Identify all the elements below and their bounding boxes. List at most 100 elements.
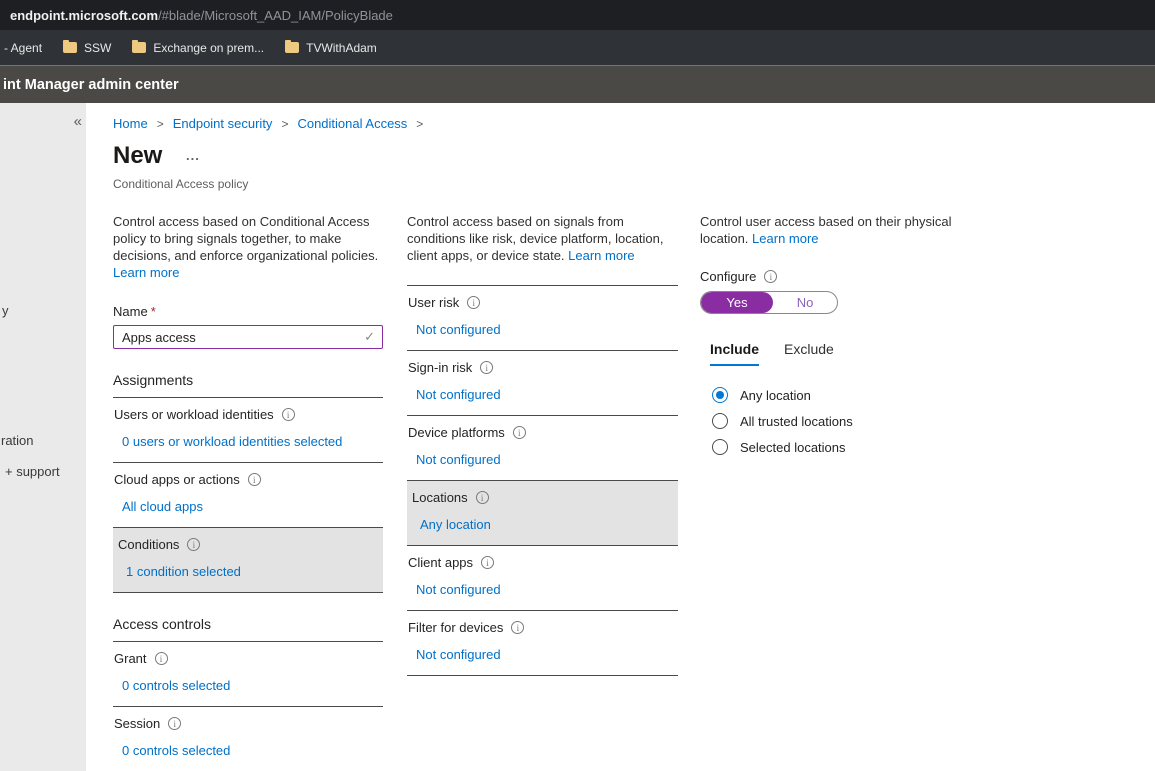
bookmark-label: Exchange on prem...: [153, 41, 264, 55]
valid-checkmark-icon: ✓: [364, 329, 375, 345]
overflow-menu-icon[interactable]: ...: [186, 148, 200, 163]
policy-column: Control access based on Conditional Acce…: [113, 213, 383, 771]
bookmark-label: TVWithAdam: [306, 41, 377, 55]
toggle-no-option[interactable]: No: [773, 292, 837, 313]
folder-icon: [285, 42, 299, 53]
sign-in-risk-link[interactable]: Not configured: [416, 387, 501, 402]
bookmark-tvwithadam[interactable]: TVWithAdam: [285, 41, 377, 55]
page: endpoint.microsoft.com/#blade/Microsoft_…: [0, 0, 1155, 771]
breadcrumb-conditional-access[interactable]: Conditional Access: [297, 116, 407, 131]
learn-more-link[interactable]: Learn more: [568, 248, 634, 263]
info-icon[interactable]: [511, 621, 524, 634]
info-icon[interactable]: [187, 538, 200, 551]
breadcrumb-separator-icon: >: [157, 117, 164, 131]
bookmarks-bar: - Agent SSW Exchange on prem... TVWithAd…: [0, 30, 1155, 65]
client-apps-label: Client apps: [408, 555, 678, 570]
page-subtitle: Conditional Access policy: [113, 177, 248, 191]
configure-toggle[interactable]: Yes No: [700, 291, 838, 314]
url-path: /#blade/Microsoft_AAD_IAM/PolicyBlade: [158, 8, 393, 23]
session-row: Session 0 controls selected: [113, 707, 383, 771]
info-icon[interactable]: [155, 652, 168, 665]
info-icon[interactable]: [476, 491, 489, 504]
bookmark-label: - Agent: [4, 41, 42, 55]
breadcrumb-home[interactable]: Home: [113, 116, 148, 131]
users-selected-link[interactable]: 0 users or workload identities selected: [122, 434, 342, 449]
assignments-header: Assignments: [113, 372, 383, 398]
locations-column: Control user access based on their physi…: [700, 213, 958, 460]
nav-item-clipped[interactable]: + support: [5, 464, 60, 479]
client-apps-link[interactable]: Not configured: [416, 582, 501, 597]
filter-devices-link[interactable]: Not configured: [416, 647, 501, 662]
tab-include[interactable]: Include: [710, 341, 759, 366]
grant-controls-link[interactable]: 0 controls selected: [122, 678, 230, 693]
info-icon[interactable]: [282, 408, 295, 421]
info-icon[interactable]: [248, 473, 261, 486]
radio-icon[interactable]: [712, 413, 728, 429]
radio-label: Selected locations: [740, 440, 846, 455]
learn-more-link[interactable]: Learn more: [113, 265, 179, 280]
conditions-selected-link[interactable]: 1 condition selected: [126, 564, 241, 579]
location-radio-group: Any location All trusted locations Selec…: [712, 382, 958, 460]
sign-in-risk-row: Sign-in risk Not configured: [407, 351, 678, 416]
cloud-apps-link[interactable]: All cloud apps: [122, 499, 203, 514]
toggle-yes-option[interactable]: Yes: [701, 292, 773, 313]
device-platforms-link[interactable]: Not configured: [416, 452, 501, 467]
nav-item-clipped[interactable]: y: [2, 303, 9, 318]
info-icon[interactable]: [481, 556, 494, 569]
info-icon[interactable]: [168, 717, 181, 730]
grant-label: Grant: [114, 651, 383, 666]
name-input-wrap: ✓: [113, 325, 383, 349]
browser-address-bar[interactable]: endpoint.microsoft.com/#blade/Microsoft_…: [0, 0, 1155, 30]
bookmark-ssw[interactable]: SSW: [63, 41, 111, 55]
bookmark-agent[interactable]: - Agent: [4, 41, 42, 55]
conditions-column: Control access based on signals from con…: [407, 213, 678, 676]
breadcrumb-separator-icon: >: [416, 117, 423, 131]
bookmark-exchange[interactable]: Exchange on prem...: [132, 41, 264, 55]
radio-all-trusted-locations[interactable]: All trusted locations: [712, 408, 958, 434]
user-risk-link[interactable]: Not configured: [416, 322, 501, 337]
filter-devices-label: Filter for devices: [408, 620, 678, 635]
device-platforms-label: Device platforms: [408, 425, 678, 440]
breadcrumb-endpoint-security[interactable]: Endpoint security: [173, 116, 273, 131]
info-icon[interactable]: [480, 361, 493, 374]
user-risk-row: User risk Not configured: [407, 286, 678, 351]
grant-row: Grant 0 controls selected: [113, 642, 383, 707]
include-exclude-tabs: Include Exclude: [710, 341, 958, 366]
info-icon[interactable]: [467, 296, 480, 309]
folder-icon: [132, 42, 146, 53]
configure-label: Configure: [700, 269, 958, 284]
radio-label: Any location: [740, 388, 811, 403]
breadcrumb-separator-icon: >: [281, 117, 288, 131]
info-icon[interactable]: [513, 426, 526, 439]
locations-label: Locations: [412, 490, 678, 505]
radio-icon[interactable]: [712, 439, 728, 455]
info-icon[interactable]: [764, 270, 777, 283]
radio-selected-icon[interactable]: [712, 387, 728, 403]
tab-exclude[interactable]: Exclude: [784, 341, 834, 366]
radio-any-location[interactable]: Any location: [712, 382, 958, 408]
access-controls-header: Access controls: [113, 616, 383, 642]
description-text: Control user access based on their physi…: [700, 214, 951, 246]
cloud-apps-row: Cloud apps or actions All cloud apps: [113, 463, 383, 528]
locations-row: Locations Any location: [407, 481, 678, 546]
users-label: Users or workload identities: [114, 407, 383, 422]
cloud-apps-label: Cloud apps or actions: [114, 472, 383, 487]
nav-item-clipped[interactable]: ration: [1, 433, 34, 448]
name-input[interactable]: [113, 325, 383, 349]
radio-selected-locations[interactable]: Selected locations: [712, 434, 958, 460]
bookmark-label: SSW: [84, 41, 111, 55]
conditions-row: Conditions 1 condition selected: [113, 528, 383, 593]
session-label: Session: [114, 716, 383, 731]
name-label: Name*: [113, 304, 383, 319]
locations-link[interactable]: Any location: [420, 517, 491, 532]
app-header: int Manager admin center: [0, 65, 1155, 103]
learn-more-link[interactable]: Learn more: [752, 231, 818, 246]
session-controls-link[interactable]: 0 controls selected: [122, 743, 230, 758]
breadcrumb: Home > Endpoint security > Conditional Acces…: [113, 116, 432, 131]
client-apps-row: Client apps Not configured: [407, 546, 678, 611]
sign-in-risk-label: Sign-in risk: [408, 360, 678, 375]
url-domain: endpoint.microsoft.com: [10, 8, 158, 23]
conditions-label: Conditions: [118, 537, 383, 552]
collapse-nav-icon[interactable]: «: [74, 113, 82, 130]
radio-label: All trusted locations: [740, 414, 853, 429]
